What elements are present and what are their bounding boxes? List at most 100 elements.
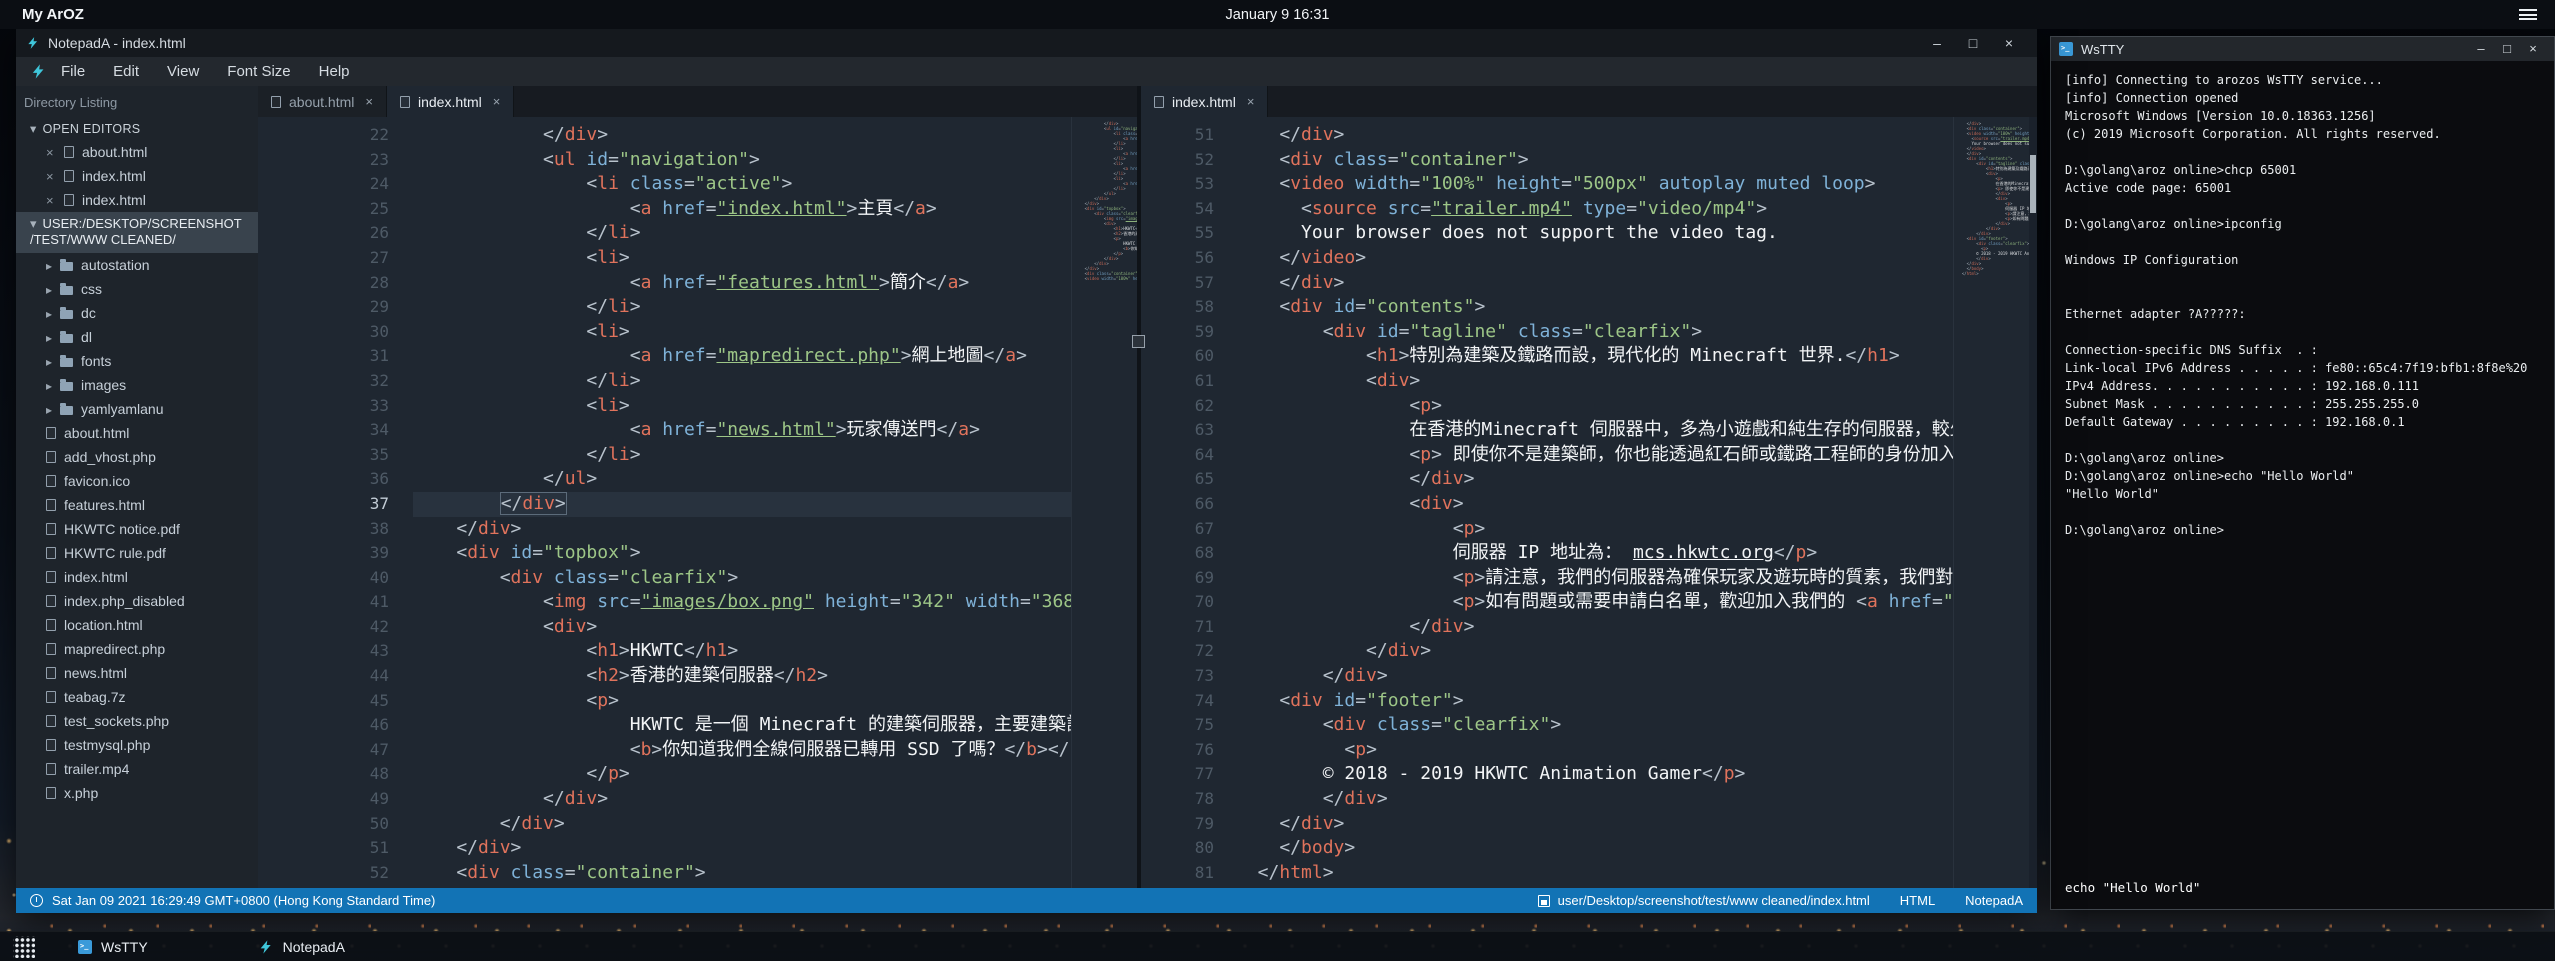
sidebar-folder-item[interactable]: fonts [16,349,258,373]
line-number: 76 [1141,738,1214,763]
tab-close-icon[interactable] [365,94,373,109]
line-number: 68 [1141,541,1214,566]
code-line: </li> [413,295,1137,320]
code-editor-right[interactable]: </div> <div class="container"> <video wi… [1226,117,2037,888]
code-line: <video width="100%" height="500px" autop… [413,885,1137,888]
line-number: 35 [258,443,389,468]
sidebar-folder-item[interactable]: yamlyamlanu [16,397,258,421]
file-icon [64,170,74,182]
open-editor-item[interactable]: about.html [16,140,258,164]
sidebar-file-item[interactable]: news.html [16,661,258,685]
open-editor-item[interactable]: index.html [16,164,258,188]
file-icon [46,451,56,463]
close-icon[interactable] [2520,37,2546,61]
line-number-gutter: 5152535455565758596061626364656667686970… [1141,117,1226,888]
close-icon[interactable] [46,145,56,160]
hamburger-menu-icon[interactable] [2519,9,2537,20]
minimap[interactable]: </div> <div class="container"> <video wi… [1953,117,2029,888]
taskbar-item-notepada[interactable]: NotepadA [242,932,361,961]
code-line: <a href="news.html">玩家傳送門</a> [413,418,1137,443]
editor-pane-left: about.htmlindex.html 2223242526272829303… [258,86,1137,888]
code-editor-left[interactable]: </div> <ul id="navigation"> <li class="a… [403,117,1137,888]
maximize-icon[interactable] [2494,37,2520,61]
close-icon[interactable] [1991,29,2027,57]
close-icon[interactable] [46,193,56,208]
sidebar-file-item[interactable]: trailer.mp4 [16,757,258,781]
menu-item-font-size[interactable]: Font Size [227,63,290,80]
wstty-titlebar[interactable]: WsTTY [2051,37,2554,61]
terminal-line: Active code page: 65001 [2065,179,2554,197]
code-line: <div id="tagline" class="clearfix"> [1236,320,2037,345]
tab-close-icon[interactable] [493,94,501,109]
code-line: <p> [1236,394,2037,419]
sidebar-file-item[interactable]: add_vhost.php [16,445,258,469]
code-line: </div> [1236,812,2037,837]
line-number: 67 [1141,517,1214,542]
code-line: <img src="images/box.png" height="342" w… [413,590,1137,615]
open-editors-header[interactable]: OPEN EDITORS [16,117,258,140]
line-number: 77 [1141,762,1214,787]
menu-item-view[interactable]: View [167,63,199,80]
minimize-icon[interactable] [1919,29,1955,57]
terminal-output[interactable]: [info] Connecting to arozos WsTTY servic… [2051,61,2554,909]
sidebar-directory-listing: Directory Listing OPEN EDITORS about.htm… [16,86,258,888]
menu-item-file[interactable]: File [61,63,85,80]
sidebar-folder-item[interactable]: css [16,277,258,301]
start-menu-button[interactable] [0,932,62,961]
sidebar-folder-item[interactable]: autostation [16,253,258,277]
line-number: 71 [1141,615,1214,640]
sidebar-file-item[interactable]: index.html [16,565,258,589]
sidebar-file-item[interactable]: HKWTC notice.pdf [16,517,258,541]
splitter-handle-icon[interactable] [1132,335,1145,348]
editor-area: about.htmlindex.html 2223242526272829303… [258,86,2037,888]
terminal-line: D:\golang\aroz online>ipconfig [2065,215,2554,233]
code-line: </li> [413,443,1137,468]
editor-tab[interactable]: about.html [258,86,387,117]
open-editor-item[interactable]: index.html [16,188,258,212]
file-icon [46,787,56,799]
bracket-match-highlight: </div> [500,492,567,515]
scrollbar[interactable] [2029,117,2037,888]
editor-tab[interactable]: index.html [387,86,514,117]
system-topbar: My ArOZ January 9 16:31 [0,0,2555,29]
statusbar-filepath: user/Desktop/screenshot/test/www cleaned… [1558,893,1870,908]
sidebar-file-item[interactable]: about.html [16,421,258,445]
chevron-right-icon [46,329,52,345]
workspace-root-item[interactable]: USER:/DESKTOP/SCREENSHOT /TEST/WWW CLEAN… [16,212,258,253]
code-line: <div class="clearfix"> [413,566,1137,591]
line-number: 60 [1141,344,1214,369]
sidebar-file-item[interactable]: index.php_disabled [16,589,258,613]
menu-item-edit[interactable]: Edit [113,63,139,80]
line-number: 33 [258,394,389,419]
minimize-icon[interactable] [2468,37,2494,61]
chevron-right-icon [46,377,52,393]
line-number: 40 [258,566,389,591]
menu-item-help[interactable]: Help [319,63,350,80]
sidebar-file-item[interactable]: features.html [16,493,258,517]
sidebar-folder-item[interactable]: dl [16,325,258,349]
sidebar-file-item[interactable]: x.php [16,781,258,805]
sidebar-file-item[interactable]: test_sockets.php [16,709,258,733]
sidebar-file-item[interactable]: teabag.7z [16,685,258,709]
minimap[interactable]: </div> <ul id="navigation"> <li class="a… [1071,117,1137,888]
file-icon [46,667,56,679]
sidebar-file-item[interactable]: favicon.ico [16,469,258,493]
sidebar-file-item[interactable]: mapredirect.php [16,637,258,661]
notepada-titlebar[interactable]: NotepadA - index.html [16,29,2037,57]
code-line: <p>如有問題或需要申請白名單，歡迎加入我們的 <a href="https:/… [1236,590,2037,615]
line-number: 23 [258,148,389,173]
close-icon[interactable] [46,169,56,184]
maximize-icon[interactable] [1955,29,1991,57]
scrollbar-thumb[interactable] [2030,155,2036,213]
line-number: 72 [1141,639,1214,664]
sidebar-folder-item[interactable]: images [16,373,258,397]
sidebar-folder-item[interactable]: dc [16,301,258,325]
terminal-input-line[interactable]: echo "Hello World" [2065,879,2200,897]
editor-tab[interactable]: index.html [1141,86,1268,117]
sidebar-file-item[interactable]: location.html [16,613,258,637]
sidebar-file-item[interactable]: testmysql.php [16,733,258,757]
tab-close-icon[interactable] [1247,94,1255,109]
taskbar-item-wstty[interactable]: WsTTY [62,932,164,961]
sidebar-file-item[interactable]: HKWTC rule.pdf [16,541,258,565]
line-number: 43 [258,639,389,664]
